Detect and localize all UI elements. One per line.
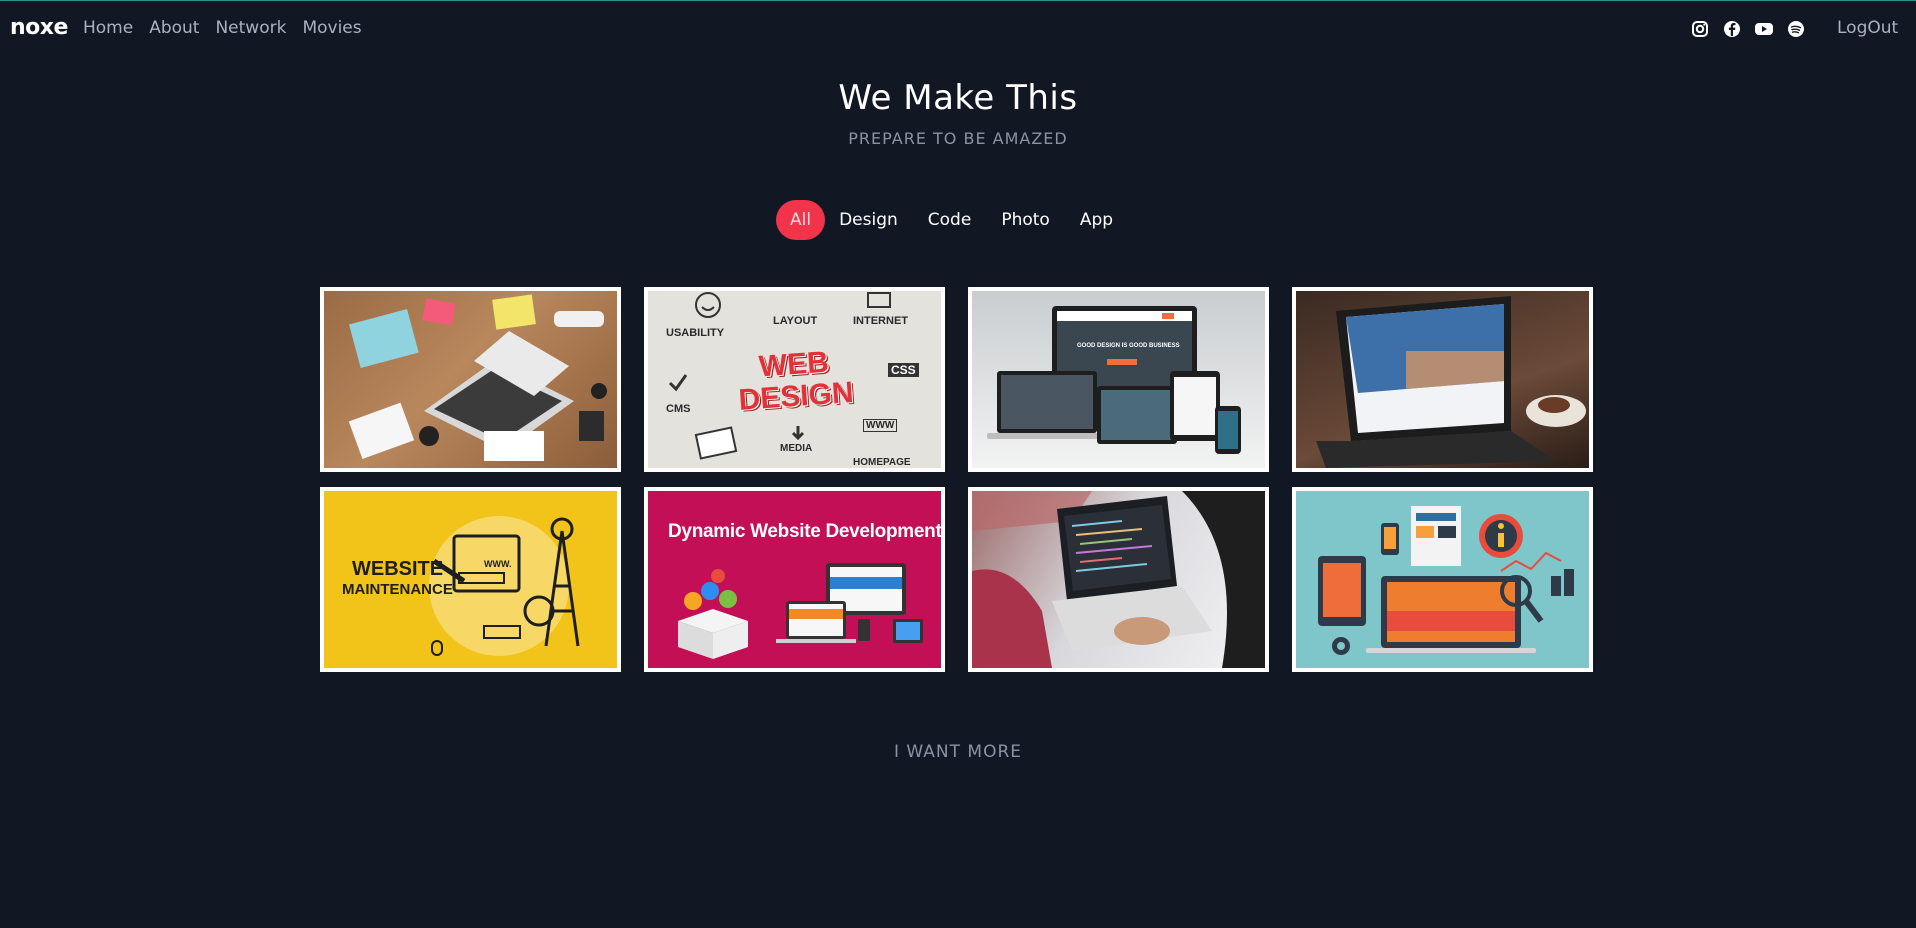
website-maintenance-image: WEBSITE MAINTENANCE WWW. [324, 491, 617, 668]
web-design-caption: WEB DESIGN [737, 345, 855, 417]
portfolio-item[interactable] [1292, 287, 1593, 472]
brand-logo[interactable]: noxe [10, 15, 68, 40]
nav-link-home[interactable]: Home [83, 18, 133, 38]
youtube-icon[interactable] [1754, 19, 1774, 39]
filter-design[interactable]: Design [827, 200, 910, 240]
filter-all[interactable]: All [776, 200, 826, 240]
logout-link[interactable]: LogOut [1837, 18, 1898, 38]
nav-link-movies[interactable]: Movies [302, 18, 361, 38]
portfolio-item[interactable]: Dynamic Website Development [644, 487, 945, 672]
dynamic-web-image: Dynamic Website Development [648, 491, 941, 668]
facebook-icon[interactable] [1722, 19, 1742, 39]
responsive-devices-image: GOOD DESIGN IS GOOD BUSINESS [972, 291, 1265, 468]
portfolio-item[interactable] [1292, 487, 1593, 672]
portfolio-filters: All Design Code Photo App [776, 200, 1131, 240]
navbar: noxe Home About Network Movies LogOut [0, 0, 1916, 56]
page-title: We Make This [838, 78, 1078, 118]
spotify-icon[interactable] [1786, 19, 1806, 39]
portfolio-item[interactable]: WEBSITE MAINTENANCE WWW. [320, 487, 621, 672]
portfolio-item[interactable] [320, 287, 621, 472]
social-icons [1690, 19, 1806, 39]
laptop-photo-image [1296, 291, 1589, 468]
portfolio-item[interactable] [968, 487, 1269, 672]
web-design-image: USABILITY LAYOUT INTERNET CSS CMS WWW ME… [648, 291, 941, 468]
nav-link-about[interactable]: About [149, 18, 199, 38]
nav-link-network[interactable]: Network [215, 18, 286, 38]
filter-photo[interactable]: Photo [989, 200, 1062, 240]
page-subtitle: PREPARE TO BE AMAZED [848, 129, 1068, 148]
instagram-icon[interactable] [1690, 19, 1710, 39]
portfolio-item[interactable]: USABILITY LAYOUT INTERNET CSS CMS WWW ME… [644, 287, 945, 472]
filter-code[interactable]: Code [916, 200, 984, 240]
desk-photo-image [324, 291, 617, 468]
nav-links: Home About Network Movies [83, 18, 378, 38]
infographic-image [1296, 491, 1589, 668]
portfolio-item[interactable]: GOOD DESIGN IS GOOD BUSINESS [968, 287, 1269, 472]
coding-photo-image [972, 491, 1265, 668]
load-more-link[interactable]: I WANT MORE [0, 742, 1916, 762]
filter-app[interactable]: App [1068, 200, 1125, 240]
